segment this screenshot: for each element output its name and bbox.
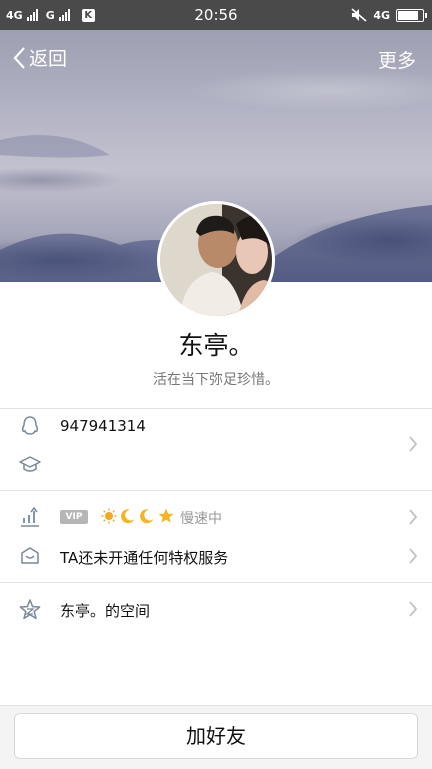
- network-type-right: 4G: [373, 8, 390, 22]
- sun-icon: [101, 508, 117, 524]
- add-friend-button[interactable]: 加好友: [14, 713, 418, 759]
- profile-signature: 活在当下弥足珍惜。: [153, 372, 279, 388]
- avatar-photo: [160, 204, 272, 316]
- divider: [0, 582, 432, 583]
- chevron-right-icon[interactable]: [408, 600, 418, 618]
- battery-level: [398, 10, 418, 20]
- star-icon: [158, 508, 174, 523]
- divider: [0, 490, 432, 491]
- avatar[interactable]: [157, 201, 275, 319]
- privilege-text[interactable]: TA还未开通任何特权服务: [60, 547, 228, 568]
- moon-icon: [140, 509, 154, 524]
- vip-badge: VIP: [60, 510, 88, 524]
- divider: [0, 408, 432, 409]
- level-icons: [101, 508, 174, 524]
- graduation-cap-icon: [19, 456, 41, 472]
- back-button[interactable]: 返回: [12, 44, 67, 71]
- qzone-star-icon: [19, 599, 41, 620]
- battery-icon: [396, 8, 427, 22]
- mute-icon: [351, 8, 367, 22]
- more-button[interactable]: 更多: [378, 46, 416, 73]
- privilege-icon: [21, 547, 39, 564]
- qq-penguin-icon: [21, 416, 39, 435]
- profile-name: 东亭。: [178, 331, 254, 360]
- moon-icon: [121, 509, 135, 524]
- speed-status: 慢速中: [180, 511, 222, 527]
- status-right: 4G: [351, 0, 427, 30]
- chevron-right-icon[interactable]: [408, 435, 418, 453]
- status-bar: 4G G K 20:56 4G: [0, 0, 432, 30]
- space-link[interactable]: 东亭。的空间: [60, 600, 150, 621]
- qq-number[interactable]: 947941314: [60, 417, 146, 435]
- chevron-left-icon: [13, 46, 25, 69]
- level-chart-icon: [21, 506, 39, 527]
- back-label: 返回: [29, 48, 68, 70]
- chevron-right-icon[interactable]: [408, 508, 418, 526]
- chevron-right-icon[interactable]: [408, 547, 418, 565]
